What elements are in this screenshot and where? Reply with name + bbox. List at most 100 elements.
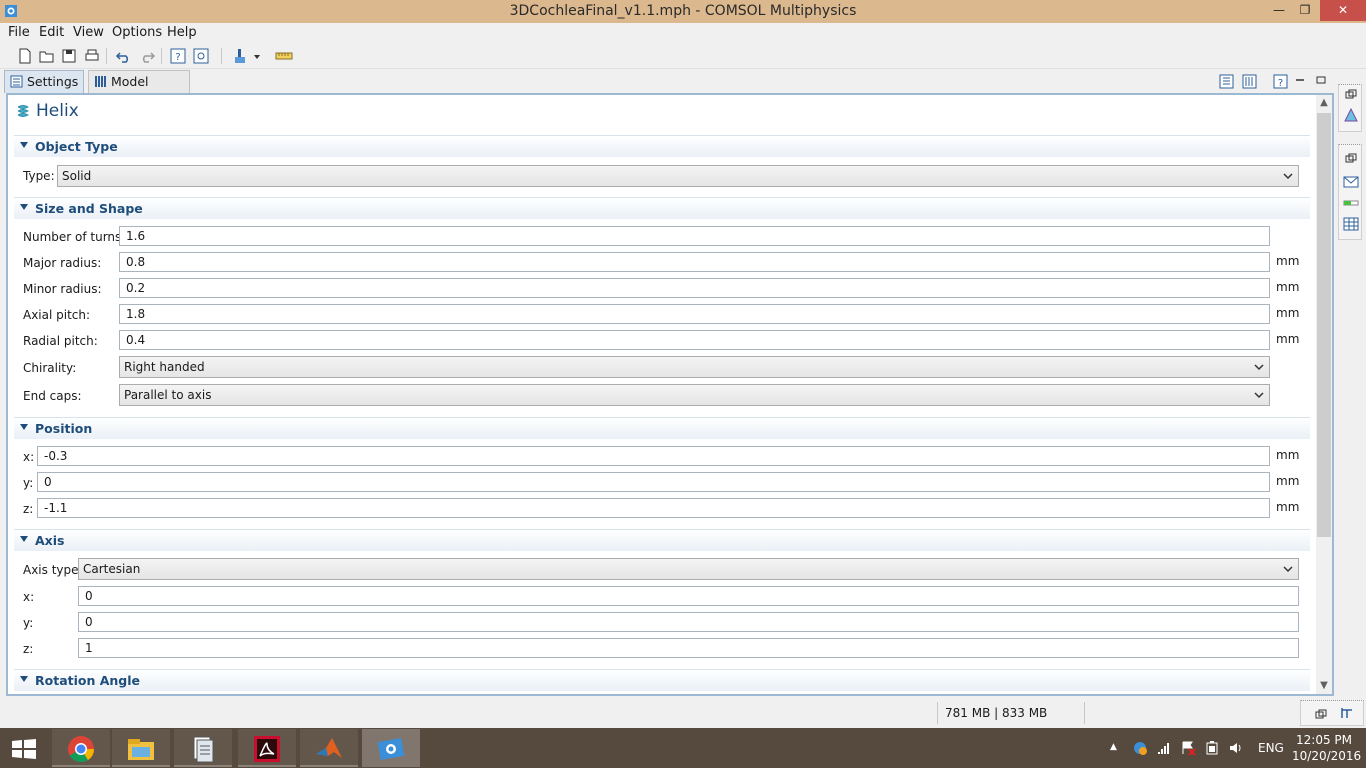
help-icon[interactable]: ?: [169, 47, 187, 65]
section-object-type[interactable]: Object Type: [14, 135, 1310, 157]
section-axis[interactable]: Axis: [14, 529, 1310, 551]
section-size-shape[interactable]: Size and Shape: [14, 197, 1310, 219]
helix-icon: [17, 105, 29, 117]
taskbar-chrome[interactable]: [52, 729, 110, 767]
taskbar-acrobat[interactable]: [238, 729, 296, 767]
title-bar: 3DCochleaFinal_v1.1.mph - COMSOL Multiph…: [0, 0, 1366, 23]
help-panel-icon[interactable]: ?: [1272, 73, 1289, 90]
section-rotation-angle[interactable]: Rotation Angle: [14, 669, 1310, 691]
restore-icon[interactable]: [1345, 153, 1357, 163]
taskbar-comsol[interactable]: [362, 729, 420, 767]
log-icon[interactable]: [1339, 705, 1355, 721]
position-y-input[interactable]: 0: [37, 472, 1270, 492]
menu-help[interactable]: Help: [167, 25, 197, 40]
vertical-scrollbar[interactable]: ▲ ▼: [1316, 95, 1332, 694]
axis-z-label: z:: [23, 642, 34, 656]
turns-input[interactable]: 1.6: [119, 226, 1270, 246]
menu-bar: File Edit View Options Help: [0, 23, 1366, 43]
signal-icon[interactable]: [1156, 740, 1172, 756]
network-warning-icon[interactable]: [1132, 740, 1148, 756]
language-indicator[interactable]: ENG: [1258, 741, 1284, 755]
side-strip: [1338, 70, 1364, 695]
type-select[interactable]: Solid: [57, 165, 1299, 187]
minor-radius-label: Minor radius:: [23, 282, 102, 296]
radial-pitch-input[interactable]: 0.4: [119, 330, 1270, 350]
axis-x-input[interactable]: 0: [78, 586, 1299, 606]
collapse-arrow-icon: [20, 424, 28, 430]
ruler-icon[interactable]: [275, 47, 293, 65]
menu-options[interactable]: Options: [112, 25, 162, 40]
axial-pitch-input[interactable]: 1.8: [119, 304, 1270, 324]
major-radius-label: Major radius:: [23, 256, 102, 270]
volume-icon[interactable]: [1228, 740, 1244, 756]
chirality-select[interactable]: Right handed: [119, 356, 1270, 378]
settings-icon: [10, 75, 23, 88]
redo-icon[interactable]: [138, 47, 156, 65]
matlab-icon: [316, 738, 342, 758]
show-hidden-icons-icon[interactable]: ▲: [1110, 742, 1117, 752]
axis-x-label: x:: [23, 590, 35, 604]
graphics-icon[interactable]: [1343, 107, 1359, 123]
new-file-icon[interactable]: [16, 47, 34, 65]
expand-all-icon[interactable]: [1241, 73, 1258, 90]
section-position[interactable]: Position: [14, 417, 1310, 439]
side-group-top: [1338, 84, 1362, 132]
windows-start-icon[interactable]: [10, 738, 38, 760]
end-caps-select[interactable]: Parallel to axis: [119, 384, 1270, 406]
scroll-down-icon[interactable]: ▼: [1316, 678, 1332, 694]
axis-y-input[interactable]: 0: [78, 612, 1299, 632]
close-button[interactable]: ✕: [1320, 0, 1366, 21]
save-icon[interactable]: [60, 47, 78, 65]
unit-label: mm: [1276, 254, 1300, 268]
taskbar-file-explorer[interactable]: [112, 729, 170, 767]
dropdown-icon[interactable]: [252, 47, 262, 65]
flag-icon[interactable]: [1180, 740, 1196, 756]
menu-edit[interactable]: Edit: [39, 25, 64, 40]
position-z-label: z:: [23, 502, 34, 516]
collapse-all-icon[interactable]: [1218, 73, 1235, 90]
maximize-button[interactable]: ❐: [1292, 0, 1318, 21]
system-clock[interactable]: 12:05 PM 10/20/2016: [1292, 732, 1361, 764]
print-icon[interactable]: [83, 47, 101, 65]
unit-label: mm: [1276, 448, 1300, 462]
clear-icon[interactable]: [231, 47, 249, 65]
menu-file[interactable]: File: [8, 25, 30, 40]
context-help-icon[interactable]: [192, 47, 210, 65]
progress-icon[interactable]: [1343, 197, 1359, 209]
panel-title: Helix: [16, 101, 79, 121]
axis-z-input[interactable]: 1: [78, 638, 1299, 658]
taskbar-file-manager[interactable]: [174, 729, 232, 767]
minimize-panel-icon[interactable]: [1294, 73, 1306, 90]
taskbar-matlab[interactable]: [300, 729, 358, 767]
position-y-label: y:: [23, 476, 34, 490]
axis-type-select[interactable]: Cartesian: [78, 558, 1299, 580]
minimize-button[interactable]: —: [1266, 0, 1292, 21]
position-z-input[interactable]: -1.1: [37, 498, 1270, 518]
scroll-up-icon[interactable]: ▲: [1316, 95, 1332, 111]
maximize-panel-icon[interactable]: [1315, 73, 1327, 90]
battery-icon[interactable]: [1204, 740, 1220, 756]
svg-text:?: ?: [175, 52, 180, 63]
acrobat-icon: [254, 736, 280, 762]
section-title: Position: [35, 421, 93, 436]
messages-icon[interactable]: [1343, 175, 1359, 189]
table-icon[interactable]: [1343, 217, 1359, 231]
status-separator: [1084, 702, 1085, 724]
chevron-down-icon: [1254, 364, 1264, 371]
position-x-input[interactable]: -0.3: [37, 446, 1270, 466]
collapse-arrow-icon: [20, 204, 28, 210]
tab-settings[interactable]: Settings: [4, 70, 84, 93]
open-icon[interactable]: [38, 47, 56, 65]
major-radius-input[interactable]: 0.8: [119, 252, 1270, 272]
restore-icon[interactable]: [1315, 709, 1327, 719]
chirality-label: Chirality:: [23, 361, 77, 375]
minor-radius-input[interactable]: 0.2: [119, 278, 1270, 298]
section-title: Size and Shape: [35, 201, 143, 216]
restore-icon[interactable]: [1345, 89, 1357, 99]
undo-icon[interactable]: [115, 47, 133, 65]
tab-model-library[interactable]: Model Library: [88, 70, 190, 111]
window-title: 3DCochleaFinal_v1.1.mph - COMSOL Multiph…: [509, 3, 857, 19]
library-icon: [95, 76, 106, 87]
menu-view[interactable]: View: [73, 25, 104, 40]
scroll-thumb[interactable]: [1317, 113, 1331, 537]
